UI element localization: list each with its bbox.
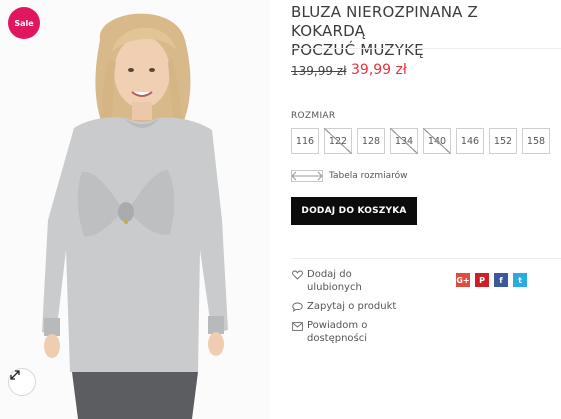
wishlist-label: Dodaj do ulubionych	[307, 269, 362, 293]
add-to-cart-button[interactable]: DODAJ DO KOSZYKA	[291, 197, 417, 225]
notify-label: Powiadom o dostępności	[307, 320, 368, 344]
size-option-134[interactable]: 134	[390, 128, 418, 154]
size-label: ROZMIAR	[291, 111, 336, 121]
size-option-146[interactable]: 146	[456, 128, 484, 154]
size-option-122[interactable]: 122	[324, 128, 352, 154]
product-title: BLUZA NIEROZPINANA Z KOKARDĄ POCZUĆ MUZY…	[291, 3, 553, 60]
envelope-icon	[291, 320, 303, 332]
size-option-158[interactable]: 158	[522, 128, 550, 154]
ruler-icon	[291, 170, 323, 182]
divider	[291, 48, 561, 49]
old-price: 139,99 zł	[291, 64, 347, 78]
chat-bubble-icon	[291, 301, 303, 313]
heart-icon	[291, 269, 303, 281]
size-chart-link[interactable]: Tabela rozmiarów	[291, 170, 408, 182]
expand-icon	[10, 370, 20, 380]
ask-about-product-link[interactable]: Zapytaj o produkt	[291, 300, 451, 313]
title-line-1: BLUZA NIEROZPINANA Z KOKARDĄ	[291, 3, 479, 40]
size-chart-label: Tabela rozmiarów	[329, 171, 408, 181]
product-photo: Sale	[0, 0, 270, 419]
notify-availability-link[interactable]: Powiadom o dostępności	[291, 319, 451, 345]
title-line-2: POCZUĆ MUZYKĘ	[291, 41, 424, 59]
twitter-share-icon[interactable]: t	[513, 273, 527, 287]
size-option-140[interactable]: 140	[423, 128, 451, 154]
sale-price: 39,99 zł	[351, 62, 407, 78]
product-image	[42, 13, 228, 419]
size-selector: 116 122 128 134 140 146 152 158	[291, 128, 550, 154]
product-details: BLUZA NIEROZPINANA Z KOKARDĄ POCZUĆ MUZY…	[291, 0, 561, 419]
add-to-wishlist-link[interactable]: Dodaj do ulubionych	[291, 268, 451, 294]
facebook-share-icon[interactable]: f	[494, 273, 508, 287]
product-actions: Dodaj do ulubionych Zapytaj o produkt Po…	[291, 268, 451, 351]
size-option-152[interactable]: 152	[489, 128, 517, 154]
divider	[291, 258, 561, 259]
zoom-button[interactable]	[8, 368, 36, 396]
size-option-116[interactable]: 116	[291, 128, 319, 154]
social-share: G+ Pf t	[456, 273, 527, 287]
size-option-128[interactable]: 128	[357, 128, 385, 154]
ask-label: Zapytaj o produkt	[307, 301, 397, 312]
pinterest-share-icon[interactable]: P	[475, 273, 489, 287]
sale-badge: Sale	[8, 7, 40, 39]
google-plus-share-icon[interactable]: G+	[456, 273, 470, 287]
